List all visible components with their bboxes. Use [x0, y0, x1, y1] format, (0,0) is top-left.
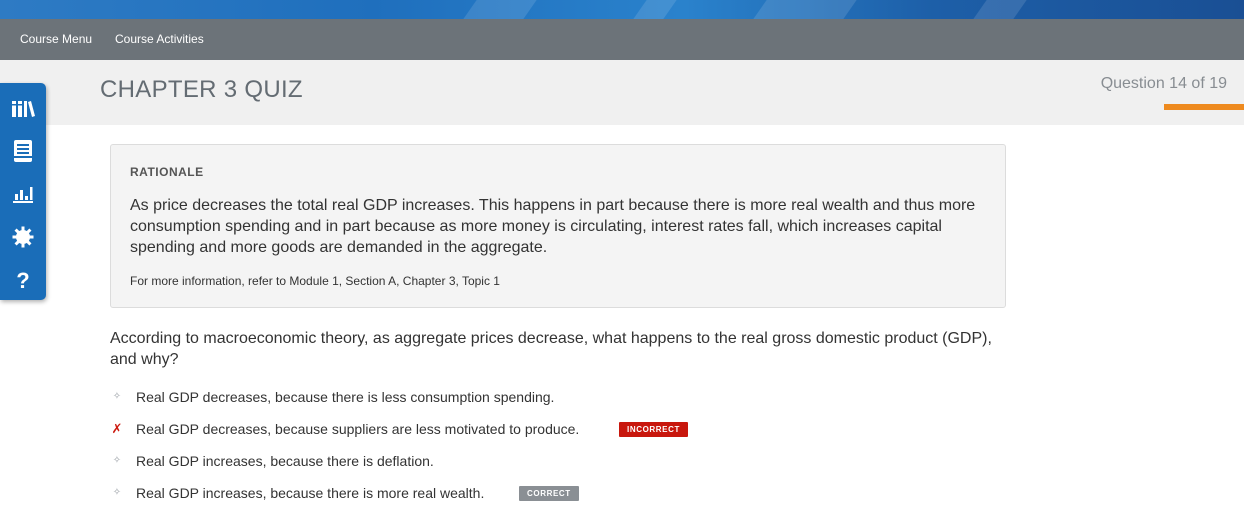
settings-gear-icon[interactable]	[8, 222, 38, 252]
answer-option-1[interactable]: ✧ Real GDP decreases, because there is l…	[110, 387, 810, 407]
bullet-icon: ✧	[112, 487, 122, 498]
answer-text: Real GDP increases, because there is def…	[136, 453, 434, 469]
correct-badge: CORRECT	[519, 486, 579, 501]
answer-option-3[interactable]: ✧ Real GDP increases, because there is d…	[110, 451, 810, 471]
quiz-progress-bar	[1164, 104, 1244, 110]
rationale-reference: For more information, refer to Module 1,…	[130, 274, 500, 288]
answer-text: Real GDP decreases, because suppliers ar…	[136, 421, 580, 437]
side-toolbar: ?	[0, 83, 46, 300]
incorrect-x-icon: ✗	[111, 421, 123, 436]
answer-text: Real GDP increases, because there is mor…	[136, 485, 485, 501]
question-counter: Question 14 of 19	[1100, 75, 1227, 92]
bar-chart-icon[interactable]	[8, 179, 38, 209]
course-navbar: Course Menu Course Activities	[0, 19, 1244, 60]
svg-text:?: ?	[16, 269, 29, 291]
notebook-icon[interactable]	[8, 136, 38, 166]
rationale-panel: RATIONALE As price decreases the total r…	[110, 144, 1006, 308]
library-icon[interactable]	[8, 93, 38, 123]
answer-option-2[interactable]: ✗ Real GDP decreases, because suppliers …	[110, 419, 810, 439]
page-title: CHAPTER 3 QUIZ	[100, 76, 303, 103]
answer-option-4[interactable]: ✧ Real GDP increases, because there is m…	[110, 483, 810, 503]
answer-text: Real GDP decreases, because there is les…	[136, 389, 555, 405]
course-menu-link[interactable]: Course Menu	[20, 19, 92, 60]
bullet-icon: ✧	[112, 391, 122, 402]
incorrect-badge: INCORRECT	[619, 422, 688, 437]
rationale-text: As price decreases the total real GDP in…	[130, 197, 976, 256]
bullet-icon: ✧	[112, 455, 122, 466]
top-banner	[0, 0, 1244, 19]
help-question-icon[interactable]: ?	[8, 265, 38, 295]
rationale-heading: RATIONALE	[130, 165, 204, 179]
question-text: According to macroeconomic theory, as ag…	[110, 330, 992, 368]
course-activities-link[interactable]: Course Activities	[115, 19, 204, 60]
